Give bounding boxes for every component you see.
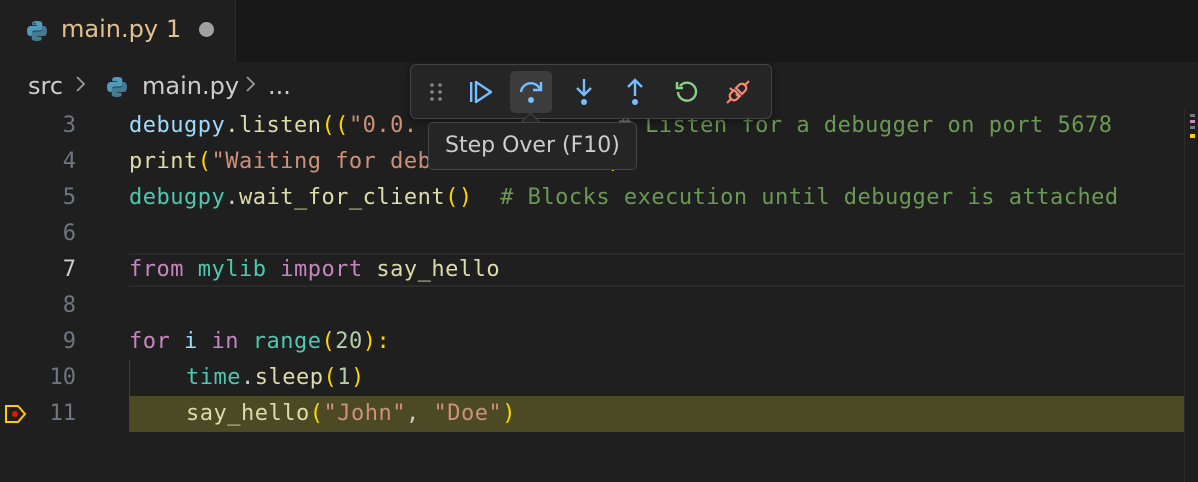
step-over-button[interactable] [510, 71, 552, 113]
code-text: from mylib import say_hello [129, 257, 501, 282]
line-number: 6 [62, 221, 76, 246]
code-line: 9 for i in range(20): [0, 324, 1184, 360]
restart-button[interactable] [666, 71, 708, 113]
unsaved-dot-icon[interactable] [199, 22, 214, 37]
breadcrumb-folder[interactable]: src [28, 72, 63, 100]
step-over-tooltip: Step Over (F10) [428, 122, 637, 170]
chevron-right-icon [74, 73, 88, 101]
code-line-active: 7 from mylib import say_hello [0, 252, 1184, 288]
tab-label: main.py [61, 15, 159, 43]
python-icon [26, 20, 48, 42]
code-line: 8 [0, 288, 1184, 324]
step-into-button[interactable] [563, 71, 605, 113]
restart-icon [675, 81, 698, 102]
continue-icon [470, 80, 493, 104]
line-number: 7 [62, 257, 76, 282]
continue-button[interactable] [460, 71, 502, 113]
breadcrumb-symbols[interactable]: ... [268, 72, 291, 100]
code-line: 10 time.sleep(1) [0, 360, 1184, 396]
code-line-current-execution: 11 say_hello("John", "Doe") [0, 396, 1184, 432]
line-number: 5 [62, 185, 76, 210]
disconnect-icon [726, 80, 750, 104]
line-number: 3 [62, 113, 76, 138]
tab-main-py[interactable]: main.py 1 [0, 0, 236, 62]
code-text: for i in range(20): [129, 329, 391, 354]
tab-bar: main.py 1 [0, 0, 1198, 62]
chevron-right-icon [244, 73, 258, 101]
breadcrumb-file[interactable]: main.py [142, 72, 239, 100]
line-number: 8 [62, 293, 76, 318]
overview-ruler[interactable] [1184, 108, 1198, 482]
python-icon [106, 76, 128, 98]
step-into-icon [576, 79, 592, 105]
code-text: time.sleep(1) [186, 365, 365, 390]
code-text: debugpy.wait_for_client() # Blocks execu… [129, 185, 1119, 210]
breakpoint-current-arrow-icon[interactable] [4, 404, 28, 424]
debug-toolbar [410, 64, 772, 119]
code-text: say_hello("John", "Doe") [186, 401, 516, 426]
code-line: 6 [0, 216, 1184, 252]
step-over-icon [519, 82, 543, 103]
disconnect-button[interactable] [717, 71, 759, 113]
step-out-button[interactable] [614, 71, 656, 113]
line-number: 4 [62, 149, 76, 174]
step-out-icon [627, 78, 643, 105]
code-line: 5 debugpy.wait_for_client() # Blocks exe… [0, 180, 1184, 216]
line-number: 10 [49, 365, 77, 390]
drag-handle-icon[interactable] [421, 71, 451, 113]
problem-count-badge: 1 [166, 15, 182, 43]
line-number: 9 [62, 329, 76, 354]
